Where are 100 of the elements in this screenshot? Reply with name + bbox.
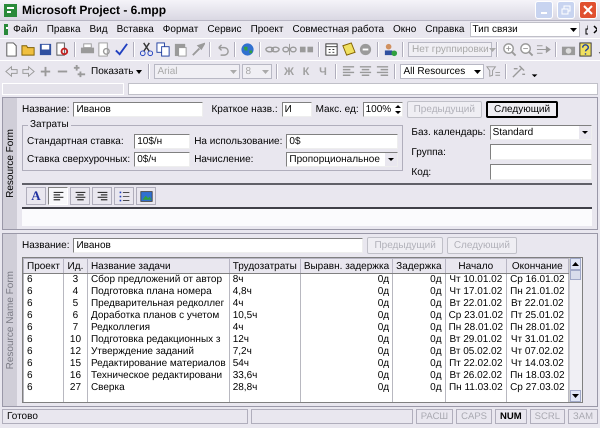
spinner-arrows-icon [394,103,402,116]
dropdown-arrow-icon [488,48,496,52]
bullets-button[interactable] [114,187,134,205]
show-menu-button[interactable]: Показать [89,66,144,77]
field-label: На использование: [194,136,282,147]
column-header[interactable]: Трудозатраты [229,258,300,274]
help-search-field[interactable]: Тип связи [470,22,580,37]
table-cell: 6 [63,310,88,322]
table-cell: 0д [300,274,393,286]
align-center-button[interactable] [70,187,90,205]
align-right-button[interactable] [92,187,112,205]
table-cell: 0д [300,310,393,322]
table-cell: 8ч [229,274,300,286]
document-magnifier-icon[interactable] [55,42,70,57]
table-cell: 0д [300,334,393,346]
pane-label: Resource Name Form [4,270,16,370]
dropdown-arrow-icon [570,28,576,32]
window-title: Microsoft Project - 6.mpp [22,3,168,17]
assign-resources-icon[interactable] [383,42,398,57]
table-cell: Пт 25.01.02 [506,310,568,322]
menu-item[interactable]: Файл [9,24,42,35]
notes-area[interactable] [22,207,592,226]
table-cell: Утверждение заданий [87,346,230,358]
text-field[interactable] [490,144,592,160]
table-cell: 0д [392,358,446,370]
accrual-dropdown[interactable]: Пропорциональное [286,152,398,167]
entry-field[interactable] [128,83,598,95]
column-header[interactable]: Начало [445,258,507,274]
scroll-up-icon[interactable] [572,262,579,266]
align-right-icon[interactable] [96,190,108,202]
menu-item[interactable]: Вид [86,24,112,35]
column-header[interactable]: Ид. [63,258,88,274]
text-field[interactable] [490,164,592,180]
scroll-thumb[interactable] [570,270,581,280]
help-icon[interactable] [578,42,593,57]
table-cell: Пн 18.03.02 [506,370,568,382]
cost-field[interactable]: 0$ [286,134,398,149]
dropdown[interactable]: All Resources [400,64,484,79]
column-header[interactable]: Проект [24,258,64,274]
table-cell: 6 [24,382,64,394]
table-cell: 0д [300,346,393,358]
table-cell: 6 [24,286,64,298]
menu-item[interactable]: Формат [158,24,202,35]
table-cell: 15 [63,358,88,370]
menu-item[interactable]: Сервис [203,24,246,35]
name-field[interactable]: Иванов [73,238,364,253]
bullets-icon[interactable] [118,190,130,202]
column-header[interactable]: Выравн. задержка [300,258,393,274]
new-document-icon[interactable] [4,42,19,57]
table-cell: 0д [392,298,446,310]
table-cell: 6 [24,346,64,358]
menu-item[interactable]: Совместная работа [288,24,388,35]
table-cell: 4,8ч [229,286,300,298]
table-cell: Подготовка плана номера [87,286,230,298]
align-center-icon[interactable] [74,190,86,202]
note-icon[interactable] [341,42,356,57]
calendar-icon[interactable] [324,42,339,57]
key-indicator: CAPS [456,408,492,424]
insert-object-button[interactable] [136,187,156,205]
table-cell: 7 [63,322,88,334]
table-cell: Вт 22.01.02 [445,298,507,310]
menu-item[interactable]: Справка [421,24,468,35]
short-name-field[interactable]: И [282,102,312,117]
menu-item[interactable]: Вставка [112,24,158,35]
column-header[interactable]: Название задачи [87,258,230,274]
next-button[interactable]: Следующий [486,101,558,118]
scissors-icon[interactable] [139,42,154,57]
name-field[interactable]: Иванов [73,102,204,117]
align-left-button[interactable] [48,187,68,205]
copy-icon[interactable] [156,42,171,57]
menu-item[interactable]: Окно [389,24,420,35]
align-left-icon[interactable] [52,190,64,202]
field-label: Название: [22,240,70,251]
menu-item[interactable]: Проект [246,24,288,35]
vertical-scrollbar[interactable] [568,258,582,402]
globe-icon[interactable] [240,42,255,57]
field-label: Стандартная ставка: [27,136,125,147]
table-cell: 12 [63,346,88,358]
table-cell: Ср 27.03.02 [506,382,568,394]
spell-check-icon[interactable] [114,42,129,57]
max-units-spinner[interactable]: 100% [362,102,403,117]
table-cell: 6 [24,334,64,346]
table-cell: Вт 05.02.02 [445,346,507,358]
table-cell: Ср 16.01.02 [506,274,568,286]
scroll-down-icon[interactable] [572,394,579,398]
field-label: Баз. календарь: [411,127,486,138]
close-button[interactable] [579,1,597,19]
column-header[interactable]: Окончание [506,258,568,274]
insert-object-icon[interactable] [140,190,152,202]
cost-field[interactable]: 10$/н [134,134,190,149]
cost-field[interactable]: 0$/ч [134,152,190,167]
status-text: Готово [2,408,248,424]
menu-item[interactable]: Правка [42,24,85,35]
table-cell: 6 [24,298,64,310]
column-header[interactable]: Задержка [392,258,446,274]
font-button[interactable]: A [26,187,46,205]
app-icon [3,2,18,18]
table-cell: 0д [392,382,446,394]
table-cell: 0д [392,334,446,346]
calendar-dropdown[interactable]: Standard [490,125,592,140]
